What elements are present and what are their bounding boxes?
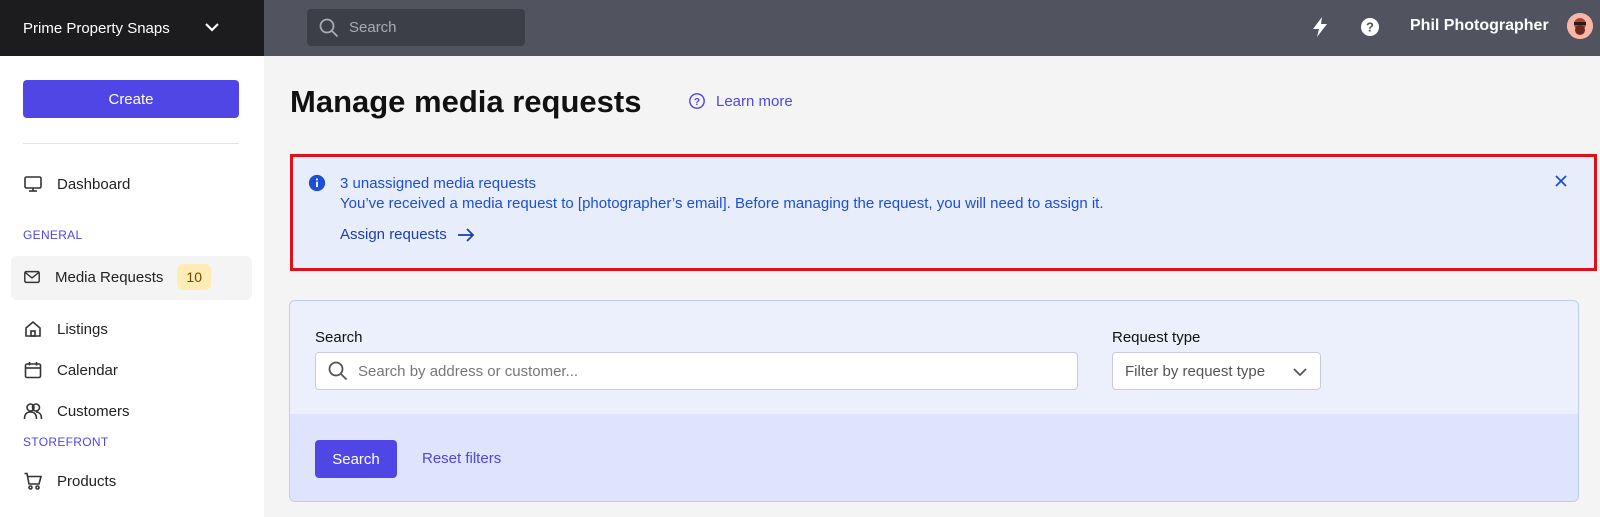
lightning-icon[interactable] bbox=[1308, 15, 1332, 39]
sidebar-item-media-requests[interactable]: Media Requests 10 bbox=[23, 264, 211, 290]
mail-icon bbox=[24, 270, 40, 284]
arrow-right-icon bbox=[457, 227, 475, 242]
users-icon bbox=[23, 403, 43, 420]
chevron-down-icon bbox=[1293, 368, 1307, 377]
filter-actions: Search Reset filters bbox=[290, 414, 1578, 501]
svg-text:?: ? bbox=[694, 97, 700, 108]
request-type-placeholder: Filter by request type bbox=[1125, 362, 1266, 380]
search-icon bbox=[319, 18, 339, 37]
alert-title: 3 unassigned media requests bbox=[340, 175, 536, 192]
sidebar-item-listings[interactable]: Listings bbox=[23, 319, 108, 339]
search-icon bbox=[328, 361, 348, 381]
sidebar-item-customers[interactable]: Customers bbox=[23, 401, 130, 421]
create-button[interactable]: Create bbox=[23, 80, 239, 118]
workspace-switcher[interactable]: Prime Property Snaps bbox=[0, 0, 264, 56]
learn-more-link[interactable]: ? Learn more bbox=[688, 92, 793, 110]
sidebar-item-calendar[interactable]: Calendar bbox=[23, 360, 118, 380]
svg-text:?: ? bbox=[1366, 20, 1374, 35]
cart-icon bbox=[24, 472, 43, 490]
top-bar: Prime Property Snaps Search ? Phil Photo… bbox=[0, 0, 1600, 56]
close-icon[interactable] bbox=[1553, 173, 1569, 189]
global-search-input[interactable]: Search bbox=[307, 9, 525, 46]
request-type-label: Request type bbox=[1112, 329, 1201, 346]
sidebar-divider bbox=[23, 143, 239, 144]
section-label-storefront: STOREFRONT bbox=[23, 435, 109, 449]
calendar-icon bbox=[24, 362, 42, 379]
unassigned-requests-alert: 3 unassigned media requests You’ve recei… bbox=[290, 154, 1597, 271]
chevron-down-icon bbox=[205, 23, 219, 32]
help-icon[interactable]: ? bbox=[1358, 15, 1382, 39]
global-search-placeholder: Search bbox=[349, 19, 397, 36]
reset-filters-link[interactable]: Reset filters bbox=[422, 450, 501, 467]
request-type-select[interactable]: Filter by request type bbox=[1112, 352, 1321, 390]
alert-description: You’ve received a media request to [phot… bbox=[340, 195, 1104, 212]
search-field-label: Search bbox=[315, 329, 363, 346]
sidebar-item-label: Products bbox=[57, 472, 117, 490]
sidebar-item-label: Media Requests bbox=[55, 268, 164, 286]
learn-more-label: Learn more bbox=[716, 92, 793, 110]
filter-panel: Search Request type Filter by request ty… bbox=[289, 300, 1579, 502]
address-search-input[interactable] bbox=[358, 362, 1058, 380]
info-icon bbox=[308, 174, 326, 192]
home-icon bbox=[25, 320, 41, 337]
section-label-general: GENERAL bbox=[23, 228, 83, 242]
avatar[interactable] bbox=[1567, 13, 1593, 39]
sidebar: Create Dashboard GENERAL Media Requests … bbox=[0, 56, 264, 517]
search-button[interactable]: Search bbox=[315, 440, 397, 478]
assign-requests-label: Assign requests bbox=[340, 226, 447, 243]
user-name[interactable]: Phil Photographer bbox=[1410, 17, 1549, 35]
question-circle-icon: ? bbox=[689, 93, 705, 109]
sidebar-item-label: Dashboard bbox=[57, 175, 131, 193]
sidebar-item-label: Customers bbox=[57, 402, 130, 420]
sidebar-item-dashboard[interactable]: Dashboard bbox=[23, 174, 130, 194]
sidebar-item-products[interactable]: Products bbox=[23, 471, 116, 491]
sidebar-item-label: Calendar bbox=[57, 361, 118, 379]
address-search-field[interactable] bbox=[315, 352, 1078, 390]
page-title: Manage media requests bbox=[290, 84, 642, 119]
media-requests-count-badge: 10 bbox=[177, 264, 211, 290]
assign-requests-link[interactable]: Assign requests bbox=[340, 226, 475, 243]
workspace-name: Prime Property Snaps bbox=[23, 19, 170, 37]
sidebar-item-label: Listings bbox=[57, 320, 108, 338]
monitor-icon bbox=[24, 176, 42, 192]
